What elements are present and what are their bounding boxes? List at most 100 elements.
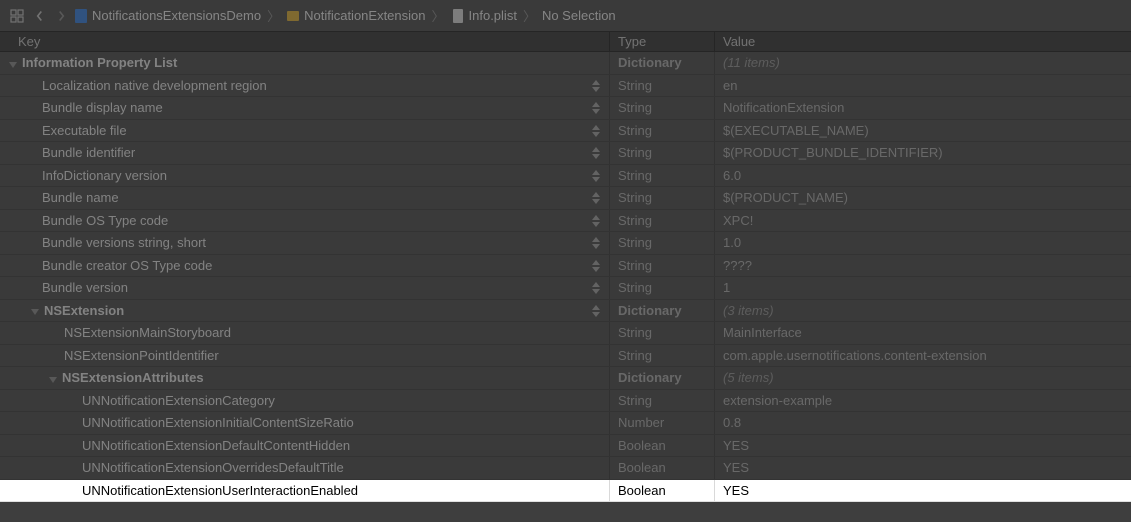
key-stepper-icon[interactable] (591, 259, 603, 273)
type-cell[interactable]: Dictionary (610, 367, 715, 389)
plist-row[interactable]: UNNotificationExtensionCategoryStringext… (0, 390, 1131, 413)
value-cell[interactable]: (5 items) (715, 367, 1131, 389)
type-cell[interactable]: String (610, 232, 715, 254)
type-cell[interactable]: Boolean (610, 480, 715, 502)
value-cell[interactable]: $(PRODUCT_NAME) (715, 187, 1131, 209)
type-cell[interactable]: String (610, 97, 715, 119)
plist-row[interactable]: InfoDictionary versionString6.0 (0, 165, 1131, 188)
key-cell[interactable]: Bundle name (0, 187, 610, 209)
key-cell[interactable]: Bundle creator OS Type code (0, 255, 610, 277)
header-type[interactable]: Type (610, 32, 715, 51)
breadcrumb-item-project[interactable]: NotificationsExtensionsDemo (74, 8, 261, 24)
value-cell[interactable]: (3 items) (715, 300, 1131, 322)
key-cell[interactable]: UNNotificationExtensionUserInteractionEn… (0, 480, 610, 502)
key-cell[interactable]: Bundle identifier (0, 142, 610, 164)
key-cell[interactable]: UNNotificationExtensionOverridesDefaultT… (0, 457, 610, 479)
key-stepper-icon[interactable] (591, 214, 603, 228)
key-cell[interactable]: InfoDictionary version (0, 165, 610, 187)
type-cell[interactable]: String (610, 255, 715, 277)
key-cell[interactable]: NSExtensionMainStoryboard (0, 322, 610, 344)
plist-row[interactable]: UNNotificationExtensionUserInteractionEn… (0, 480, 1131, 503)
type-cell[interactable]: String (610, 345, 715, 367)
plist-row[interactable]: Localization native development regionSt… (0, 75, 1131, 98)
key-cell[interactable]: Information Property List (0, 52, 610, 74)
value-cell[interactable]: en (715, 75, 1131, 97)
value-cell[interactable]: 1.0 (715, 232, 1131, 254)
key-cell[interactable]: UNNotificationExtensionCategory (0, 390, 610, 412)
key-cell[interactable]: Bundle display name (0, 97, 610, 119)
plist-row[interactable]: Bundle display nameStringNotificationExt… (0, 97, 1131, 120)
plist-row[interactable]: Bundle OS Type codeStringXPC! (0, 210, 1131, 233)
plist-row[interactable]: Executable fileString$(EXECUTABLE_NAME) (0, 120, 1131, 143)
key-stepper-icon[interactable] (591, 124, 603, 138)
key-cell[interactable]: NSExtensionPointIdentifier (0, 345, 610, 367)
key-cell[interactable]: Bundle versions string, short (0, 232, 610, 254)
key-cell[interactable]: NSExtension (0, 300, 610, 322)
key-cell[interactable]: UNNotificationExtensionInitialContentSiz… (0, 412, 610, 434)
value-cell[interactable]: MainInterface (715, 322, 1131, 344)
value-cell[interactable]: 6.0 (715, 165, 1131, 187)
type-cell[interactable]: Boolean (610, 457, 715, 479)
disclosure-triangle-icon[interactable] (30, 305, 40, 315)
breadcrumb-item-target[interactable]: NotificationExtension (286, 8, 425, 24)
type-cell[interactable]: Number (610, 412, 715, 434)
key-cell[interactable]: UNNotificationExtensionDefaultContentHid… (0, 435, 610, 457)
key-stepper-icon[interactable] (591, 169, 603, 183)
type-cell[interactable]: String (610, 120, 715, 142)
value-cell[interactable]: extension-example (715, 390, 1131, 412)
nav-forward-button[interactable] (52, 7, 70, 25)
value-cell[interactable]: YES (715, 435, 1131, 457)
type-cell[interactable]: String (610, 277, 715, 299)
key-stepper-icon[interactable] (591, 281, 603, 295)
plist-row[interactable]: UNNotificationExtensionDefaultContentHid… (0, 435, 1131, 458)
type-cell[interactable]: Dictionary (610, 300, 715, 322)
plist-row[interactable]: UNNotificationExtensionOverridesDefaultT… (0, 457, 1131, 480)
key-stepper-icon[interactable] (591, 304, 603, 318)
value-cell[interactable]: NotificationExtension (715, 97, 1131, 119)
related-items-icon[interactable] (8, 7, 26, 25)
key-stepper-icon[interactable] (591, 236, 603, 250)
value-cell[interactable]: 0.8 (715, 412, 1131, 434)
key-cell[interactable]: NSExtensionAttributes (0, 367, 610, 389)
plist-row[interactable]: Bundle nameString$(PRODUCT_NAME) (0, 187, 1131, 210)
key-stepper-icon[interactable] (591, 191, 603, 205)
plist-row[interactable]: Bundle identifierString$(PRODUCT_BUNDLE_… (0, 142, 1131, 165)
plist-row[interactable]: NSExtensionMainStoryboardStringMainInter… (0, 322, 1131, 345)
key-stepper-icon[interactable] (591, 101, 603, 115)
key-cell[interactable]: Executable file (0, 120, 610, 142)
value-cell[interactable]: YES (715, 457, 1131, 479)
type-cell[interactable]: String (610, 165, 715, 187)
nav-back-button[interactable] (30, 7, 48, 25)
type-cell[interactable]: String (610, 390, 715, 412)
plist-row[interactable]: Bundle versionString1 (0, 277, 1131, 300)
value-cell[interactable]: YES (715, 480, 1131, 502)
plist-row[interactable]: Bundle creator OS Type codeString???? (0, 255, 1131, 278)
key-cell[interactable]: Bundle OS Type code (0, 210, 610, 232)
key-stepper-icon[interactable] (591, 79, 603, 93)
breadcrumb-item-file[interactable]: Info.plist (451, 8, 517, 24)
plist-row[interactable]: NSExtensionPointIdentifierStringcom.appl… (0, 345, 1131, 368)
value-cell[interactable]: (11 items) (715, 52, 1131, 74)
value-cell[interactable]: com.apple.usernotifications.content-exte… (715, 345, 1131, 367)
plist-row[interactable]: NSExtensionAttributesDictionary(5 items) (0, 367, 1131, 390)
type-cell[interactable]: String (610, 75, 715, 97)
plist-row[interactable]: Bundle versions string, shortString1.0 (0, 232, 1131, 255)
value-cell[interactable]: ???? (715, 255, 1131, 277)
type-cell[interactable]: String (610, 187, 715, 209)
breadcrumb-item-selection[interactable]: No Selection (542, 8, 616, 23)
value-cell[interactable]: XPC! (715, 210, 1131, 232)
key-stepper-icon[interactable] (591, 146, 603, 160)
plist-row[interactable]: UNNotificationExtensionInitialContentSiz… (0, 412, 1131, 435)
type-cell[interactable]: Dictionary (610, 52, 715, 74)
type-cell[interactable]: String (610, 142, 715, 164)
disclosure-triangle-icon[interactable] (48, 373, 58, 383)
key-cell[interactable]: Localization native development region (0, 75, 610, 97)
plist-row[interactable]: Information Property ListDictionary(11 i… (0, 52, 1131, 75)
value-cell[interactable]: 1 (715, 277, 1131, 299)
header-value[interactable]: Value (715, 32, 1131, 51)
header-key[interactable]: Key (0, 32, 610, 51)
plist-row[interactable]: NSExtensionDictionary(3 items) (0, 300, 1131, 323)
disclosure-triangle-icon[interactable] (8, 58, 18, 68)
value-cell[interactable]: $(EXECUTABLE_NAME) (715, 120, 1131, 142)
type-cell[interactable]: String (610, 210, 715, 232)
